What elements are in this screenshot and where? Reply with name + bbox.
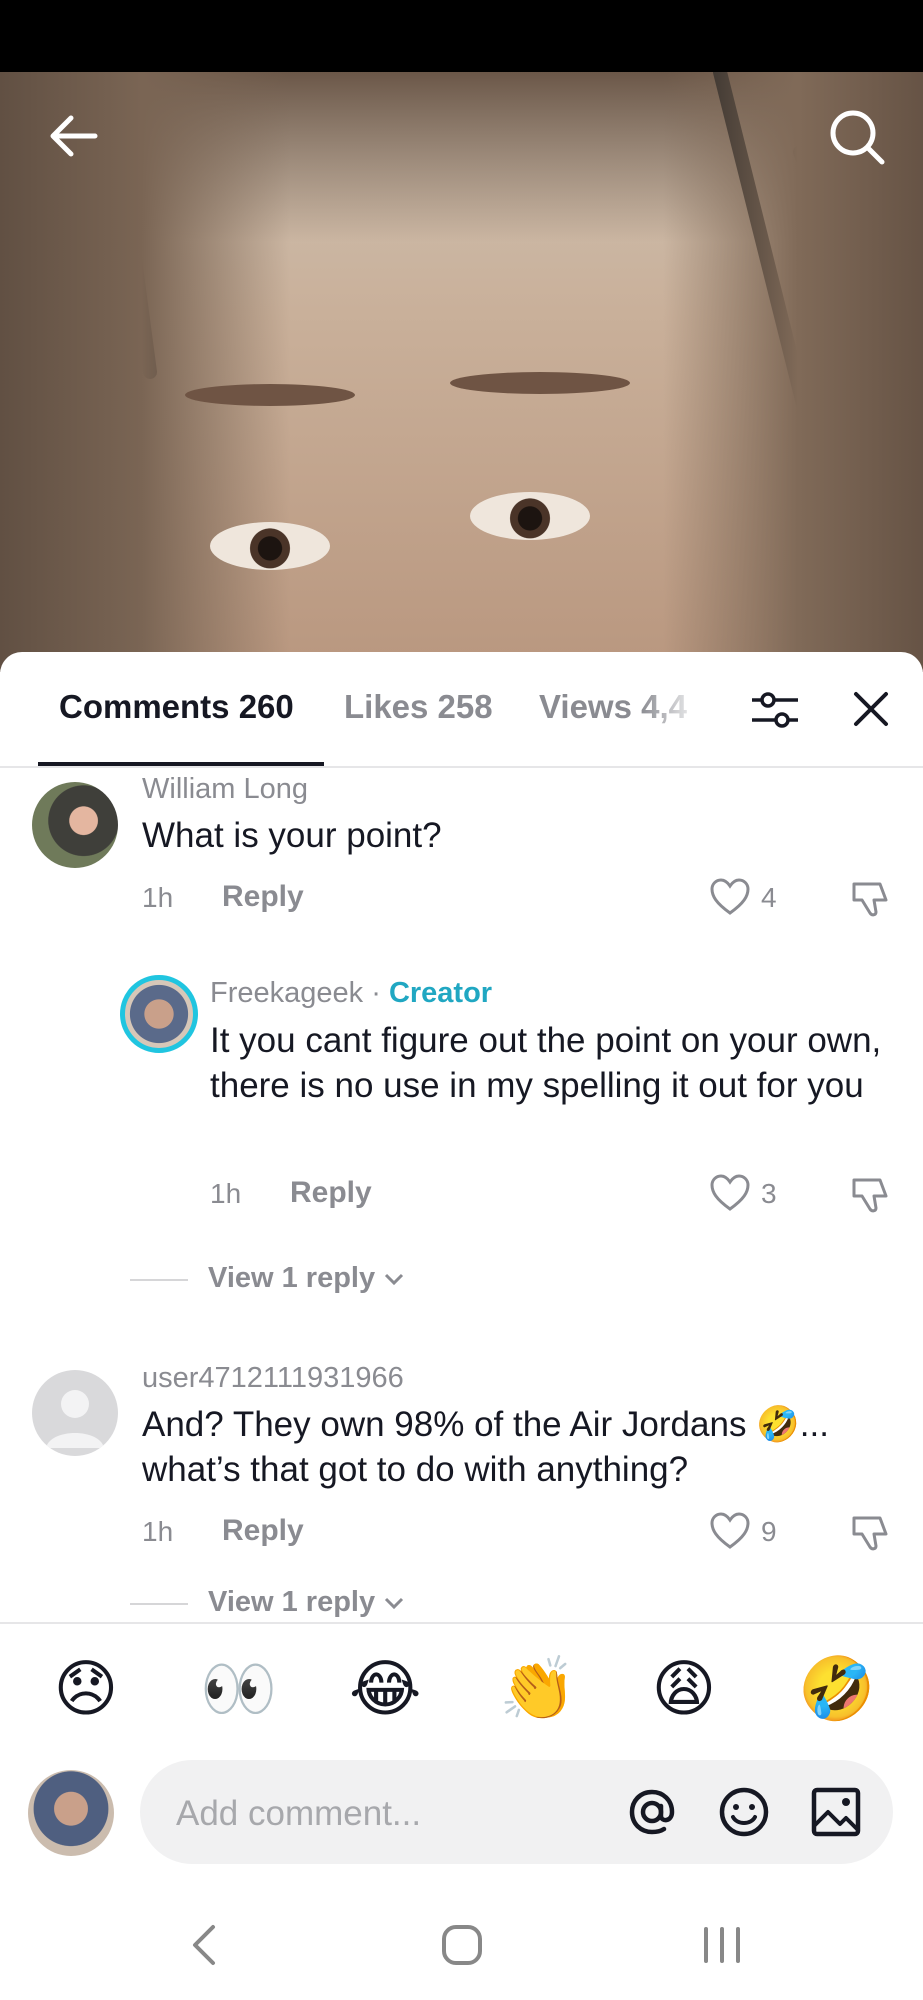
comment-username[interactable]: Freekageek · Creator <box>210 977 492 1010</box>
video-preview[interactable] <box>0 72 923 672</box>
tabs-divider <box>0 766 923 768</box>
view-replies-line <box>130 1279 188 1281</box>
search-icon[interactable] <box>826 106 888 168</box>
comment-time: 1h <box>142 1516 174 1547</box>
reply-button[interactable]: Reply <box>290 1176 372 1210</box>
left-eyebrow <box>185 384 355 406</box>
comment-text: What is your point? <box>142 816 442 855</box>
reply-button[interactable]: Reply <box>222 880 304 914</box>
heart-icon[interactable] <box>710 1512 750 1550</box>
emoji-eyes[interactable]: 👀 <box>200 1654 277 1726</box>
heart-icon[interactable] <box>710 878 750 916</box>
comment-text: It you cant figure out the point on your… <box>210 1021 882 1105</box>
view-replies-line <box>130 1603 188 1605</box>
dislike-icon[interactable] <box>850 878 890 918</box>
emoji-picker-icon[interactable] <box>716 1784 772 1840</box>
system-back-icon[interactable] <box>175 1915 235 1975</box>
left-eye <box>210 522 330 570</box>
system-recents-icon[interactable] <box>692 1915 752 1975</box>
filter-icon[interactable] <box>750 688 800 732</box>
view-replies-button[interactable]: View 1 reply <box>208 1262 405 1295</box>
like-count: 4 <box>761 882 777 913</box>
heart-icon[interactable] <box>710 1174 750 1212</box>
view-replies-button[interactable]: View 1 reply <box>208 1586 405 1619</box>
composer-divider <box>0 1622 923 1624</box>
creator-badge: Creator <box>388 977 493 1009</box>
chevron-down-icon <box>385 1598 404 1610</box>
emoji-weary[interactable]: 😩 <box>648 1654 720 1726</box>
emoji-tears-of-joy[interactable]: 😂 <box>349 1654 421 1726</box>
avatar-user4712111931966[interactable] <box>32 1370 118 1456</box>
dislike-icon[interactable] <box>850 1174 890 1214</box>
username-text[interactable]: Freekageek <box>210 977 363 1009</box>
image-icon[interactable] <box>808 1784 864 1840</box>
add-comment-input[interactable] <box>174 1786 608 1842</box>
default-avatar-icon <box>46 1390 104 1448</box>
status-bar <box>0 0 923 72</box>
tab-comments[interactable]: Comments 260 <box>59 688 294 726</box>
emoji-clapping[interactable]: 👏 <box>499 1654 576 1726</box>
system-home-icon[interactable] <box>432 1915 492 1975</box>
comment-text: And? They own 98% of the Air Jordans 🤣..… <box>142 1405 829 1489</box>
hair-left <box>0 72 290 672</box>
avatar-freekageek[interactable] <box>120 975 198 1053</box>
like-count: 3 <box>761 1178 777 1209</box>
comment-username[interactable]: user4712111931966 <box>142 1362 404 1395</box>
right-eyebrow <box>450 372 630 394</box>
tab-likes[interactable]: Likes 258 <box>344 688 493 726</box>
close-icon[interactable] <box>850 688 892 730</box>
avatar-william-long[interactable] <box>32 782 118 868</box>
comment-time: 1h <box>142 882 174 913</box>
comment-username[interactable]: William Long <box>142 773 308 806</box>
tab-overflow-fade <box>640 672 730 742</box>
reply-button[interactable]: Reply <box>222 1514 304 1548</box>
emoji-rofl[interactable]: 🤣 <box>798 1654 875 1726</box>
like-count: 9 <box>761 1516 777 1547</box>
mention-icon[interactable] <box>624 1784 680 1840</box>
right-eye <box>470 492 590 540</box>
comment-time: 1h <box>210 1178 242 1209</box>
chevron-down-icon <box>385 1274 404 1286</box>
back-arrow-icon[interactable] <box>45 108 101 164</box>
emoji-disappointed[interactable]: 😞 <box>50 1654 122 1726</box>
badge-separator: · <box>363 977 389 1009</box>
dislike-icon[interactable] <box>850 1512 890 1552</box>
current-user-avatar[interactable] <box>28 1770 114 1856</box>
